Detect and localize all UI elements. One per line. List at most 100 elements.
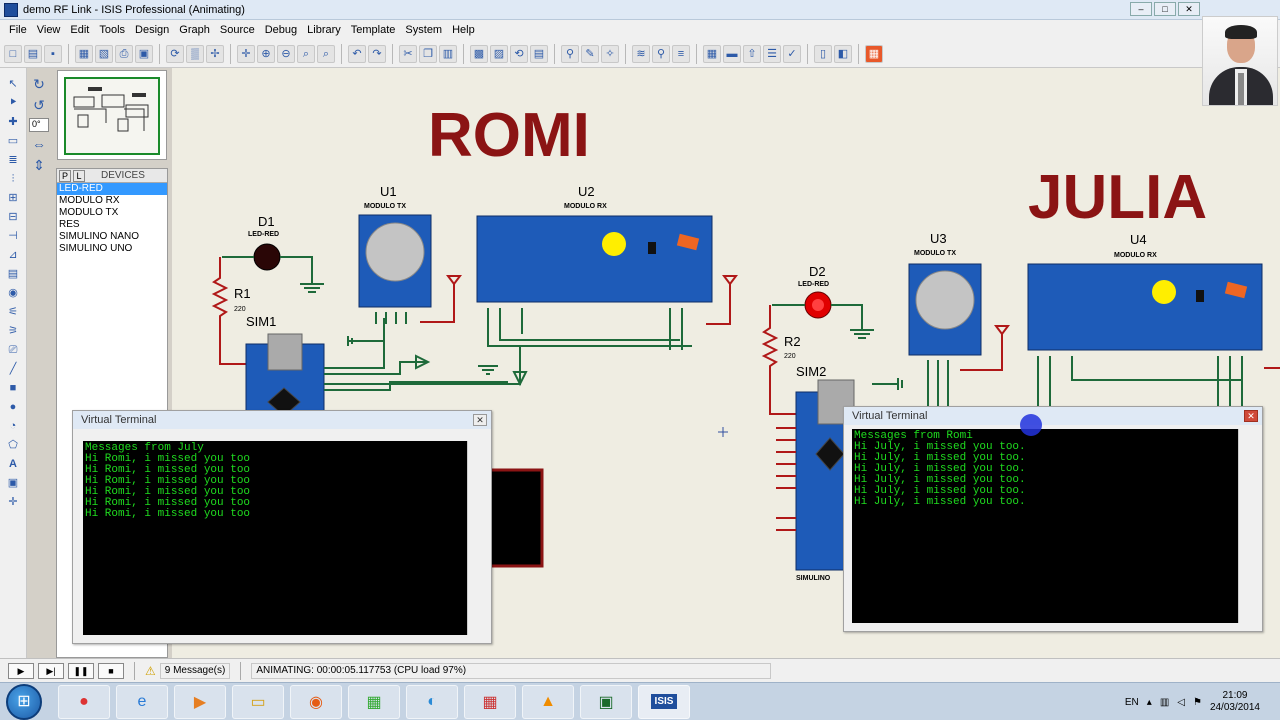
flag-icon[interactable]: ⚑ [1193, 697, 1202, 708]
new-sheet-icon[interactable]: ▦ [703, 44, 721, 63]
import-icon[interactable]: ▦ [75, 44, 93, 63]
rotation-angle-field[interactable]: 0° [29, 118, 49, 132]
taskbar-isis[interactable]: ISIS [638, 684, 690, 719]
subcircuit-icon[interactable]: ⊞ [4, 190, 22, 207]
wire-label-icon[interactable]: ▭ [4, 133, 22, 150]
block-move-icon[interactable]: ▨ [490, 44, 508, 63]
symbol-icon[interactable]: ▣ [4, 475, 22, 492]
volume-icon[interactable]: ◁ [1177, 697, 1185, 708]
wire-autorouter-icon[interactable]: ≋ [632, 44, 650, 63]
taskbar-firefox[interactable]: ◉ [290, 684, 342, 719]
tray-arrow-icon[interactable]: ▴ [1147, 697, 1152, 708]
taskbar-internet-explorer[interactable]: e [116, 684, 168, 719]
start-button[interactable]: ⊞ [6, 683, 42, 720]
pan-icon[interactable]: ✛ [237, 44, 255, 63]
copy-icon[interactable]: ❐ [419, 44, 437, 63]
taskbar-vlc[interactable]: ▲ [522, 684, 574, 719]
exit-to-parent-icon[interactable]: ⇧ [743, 44, 761, 63]
clock[interactable]: 21:09 24/03/2014 [1210, 690, 1260, 714]
taskbar-board-app[interactable]: ▣ [580, 684, 632, 719]
mirror-vertical-icon[interactable]: ⇕ [33, 157, 45, 174]
stop-button[interactable]: ■ [98, 662, 124, 679]
grid-icon[interactable]: ▒ [186, 44, 204, 63]
zoom-all-icon[interactable]: ⌕ [297, 44, 315, 63]
device-list-item[interactable]: MODULO RX [57, 195, 167, 207]
text-icon[interactable]: A [4, 456, 22, 473]
vt-right-screen[interactable]: Messages from Romi Hi July, i missed you… [852, 429, 1238, 623]
menu-source[interactable]: Source [215, 20, 260, 40]
menu-template[interactable]: Template [346, 20, 401, 40]
zoom-out-icon[interactable]: ⊖ [277, 44, 295, 63]
virtual-terminal-right[interactable]: Virtual Terminal ✕ Messages from Romi Hi… [843, 406, 1263, 632]
maximize-button[interactable]: □ [1154, 2, 1176, 16]
mirror-horizontal-icon[interactable]: ⇔ [32, 136, 46, 153]
print-area-icon[interactable]: ▣ [135, 44, 153, 63]
pick-devices-button[interactable]: P [59, 169, 71, 182]
new-file-icon[interactable]: □ [4, 44, 22, 63]
voltage-probe-icon[interactable]: ⚟ [4, 304, 22, 321]
buses-icon[interactable]: ⫶ [4, 171, 22, 188]
message-count[interactable]: 9 Message(s) [159, 662, 231, 679]
remove-sheet-icon[interactable]: ▬ [723, 44, 741, 63]
device-list-item[interactable]: MODULO TX [57, 207, 167, 219]
minimize-button[interactable]: – [1130, 2, 1152, 16]
undo-icon[interactable]: ↶ [348, 44, 366, 63]
step-button[interactable]: ▶| [38, 662, 64, 679]
device-list-item[interactable]: SIMULINO NANO [57, 231, 167, 243]
design-explorer-icon[interactable]: ◧ [834, 44, 852, 63]
netlist-transfer-icon[interactable]: ▯ [814, 44, 832, 63]
pick-device-icon[interactable]: ⚲ [561, 44, 579, 63]
zoom-in-icon[interactable]: ⊕ [257, 44, 275, 63]
led-d1[interactable] [222, 243, 324, 293]
print-icon[interactable]: ⎙ [115, 44, 133, 63]
graph-icon[interactable]: ⊿ [4, 247, 22, 264]
device-list-item[interactable]: RES [57, 219, 167, 231]
simulino-nano-sim1[interactable] [245, 333, 325, 417]
make-device-icon[interactable]: ✎ [581, 44, 599, 63]
open-folder-icon[interactable]: ▤ [24, 44, 42, 63]
menu-graph[interactable]: Graph [174, 20, 215, 40]
taskbar-media-player[interactable]: ▶ [174, 684, 226, 719]
vt-left-screen[interactable]: Messages from July Hi Romi, i missed you… [83, 441, 467, 635]
menu-library[interactable]: Library [302, 20, 346, 40]
path-icon[interactable]: ⬠ [4, 437, 22, 454]
vt-right-close-button[interactable]: ✕ [1244, 410, 1258, 422]
led-d2[interactable] [772, 291, 874, 339]
device-list-item[interactable]: LED-RED [57, 183, 167, 195]
text-script-icon[interactable]: ≣ [4, 152, 22, 169]
lcd-component[interactable] [488, 468, 544, 568]
module-rx-u2[interactable] [476, 215, 713, 350]
library-manager-button[interactable]: L [73, 169, 85, 182]
menu-design[interactable]: Design [130, 20, 174, 40]
box-icon[interactable]: ■ [4, 380, 22, 397]
circle-icon[interactable]: ● [4, 399, 22, 416]
save-icon[interactable]: ▪ [44, 44, 62, 63]
cut-icon[interactable]: ✂ [399, 44, 417, 63]
export-icon[interactable]: ▧ [95, 44, 113, 63]
play-button[interactable]: ▶ [8, 662, 34, 679]
marker-icon[interactable]: ✛ [4, 494, 22, 511]
network-icon[interactable]: ▥ [1160, 697, 1169, 708]
redo-icon[interactable]: ↷ [368, 44, 386, 63]
ares-icon[interactable]: ▦ [865, 44, 883, 63]
bill-of-materials-icon[interactable]: ☰ [763, 44, 781, 63]
line-icon[interactable]: ╱ [4, 361, 22, 378]
taskbar-office-2[interactable]: ▦ [464, 684, 516, 719]
tape-recorder-icon[interactable]: ▤ [4, 266, 22, 283]
module-tx-u1[interactable] [358, 214, 432, 324]
search-icon[interactable]: ⚲ [652, 44, 670, 63]
warning-icon[interactable]: ⚠ [145, 664, 156, 678]
junction-dot-icon[interactable]: ✚ [4, 114, 22, 131]
menu-help[interactable]: Help [447, 20, 480, 40]
block-rotate-icon[interactable]: ⟲ [510, 44, 528, 63]
block-copy-icon[interactable]: ▩ [470, 44, 488, 63]
device-pins-icon[interactable]: ⊣ [4, 228, 22, 245]
paste-icon[interactable]: ▥ [439, 44, 457, 63]
refresh-icon[interactable]: ⟳ [166, 44, 184, 63]
vt-right-scrollbar[interactable] [1238, 429, 1252, 623]
menu-file[interactable]: File [4, 20, 32, 40]
pause-button[interactable]: ❚❚ [68, 662, 94, 679]
module-rx-u4[interactable] [1027, 263, 1263, 408]
arc-icon[interactable]: ◔ [4, 418, 22, 435]
overview-viewport[interactable] [64, 77, 160, 155]
